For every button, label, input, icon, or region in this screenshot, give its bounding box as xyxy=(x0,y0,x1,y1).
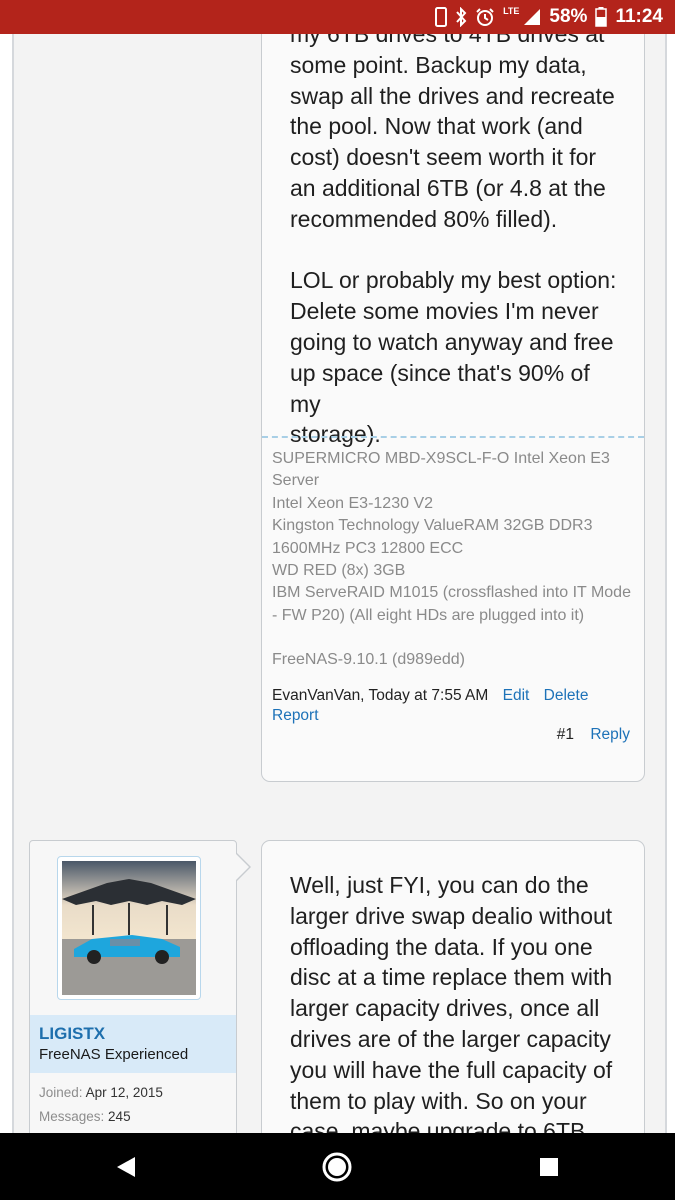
user-name-band: LIGISTX FreeNAS Experienced xyxy=(30,1015,236,1073)
post-body: Well, just FYI, you can do the larger dr… xyxy=(290,872,613,1133)
post-body: my 6TB drives to 4TB drives at some poin… xyxy=(290,34,617,448)
phone-icon xyxy=(435,7,448,27)
signature-line xyxy=(272,627,632,649)
messages-label: Messages: xyxy=(39,1109,105,1124)
signature-line: Kingston Technology ValueRAM 32GB DDR3 1… xyxy=(272,517,593,557)
user-info: LIGISTX FreeNAS Experienced Joined: Apr … xyxy=(29,840,237,1133)
avatar-frame[interactable] xyxy=(57,856,201,1000)
signature-line: WD RED (8x) 3GB xyxy=(272,562,406,580)
bluetooth-icon xyxy=(455,7,467,27)
report-link[interactable]: Report xyxy=(272,707,319,724)
post-number[interactable]: #1 xyxy=(557,726,574,743)
joined-stat: Joined: Apr 12, 2015 xyxy=(39,1085,163,1100)
navigation-bar xyxy=(0,1133,675,1200)
clock: 11:24 xyxy=(615,6,663,27)
signature-line: FreeNAS-9.10.1 (d989edd) xyxy=(272,651,465,669)
alarm-icon xyxy=(475,7,495,27)
delete-link[interactable]: Delete xyxy=(544,687,589,704)
post-message-2: Well, just FYI, you can do the larger dr… xyxy=(261,840,645,1133)
joined-label: Joined: xyxy=(39,1085,83,1100)
messages-value[interactable]: 245 xyxy=(108,1109,131,1124)
signature-line: Intel Xeon E3-1230 V2 xyxy=(272,494,434,512)
messages-stat: Messages: 245 xyxy=(39,1109,131,1124)
author-time[interactable]: EvanVanVan, Today at 7:55 AM xyxy=(272,687,488,704)
network-type: LTE xyxy=(503,6,520,16)
forum-page[interactable]: my 6TB drives to 4TB drives at some poin… xyxy=(0,34,675,1133)
edit-link[interactable]: Edit xyxy=(503,687,530,704)
back-icon[interactable] xyxy=(86,1133,166,1200)
username[interactable]: LIGISTX xyxy=(39,1024,105,1044)
user-title: FreeNAS Experienced xyxy=(39,1046,189,1063)
battery-percent: 58% xyxy=(549,6,588,27)
user-pointer-arrow-fill xyxy=(236,854,249,880)
lte-signal-icon xyxy=(523,8,541,26)
post-message-1: my 6TB drives to 4TB drives at some poin… xyxy=(261,34,645,782)
status-bar: LTE 58% 11:24 xyxy=(0,0,675,34)
post-meta: EvanVanVan, Today at 7:55 AM Edit Delete… xyxy=(272,686,632,726)
avatar[interactable] xyxy=(62,861,196,995)
reply-link[interactable]: Reply xyxy=(590,726,630,743)
joined-value: Apr 12, 2015 xyxy=(85,1085,163,1100)
battery-icon xyxy=(595,7,608,27)
recents-icon[interactable] xyxy=(509,1133,589,1200)
signature-line: SUPERMICRO MBD-X9SCL-F-O Intel Xeon E3 S… xyxy=(272,450,610,490)
signature-line: IBM ServeRAID M1015 (crossflashed into I… xyxy=(272,584,631,624)
home-icon[interactable] xyxy=(297,1133,377,1200)
post-controls: #1 Reply xyxy=(557,726,630,744)
signature-divider xyxy=(262,436,644,438)
signature: SUPERMICRO MBD-X9SCL-F-O Intel Xeon E3 S… xyxy=(272,448,632,672)
